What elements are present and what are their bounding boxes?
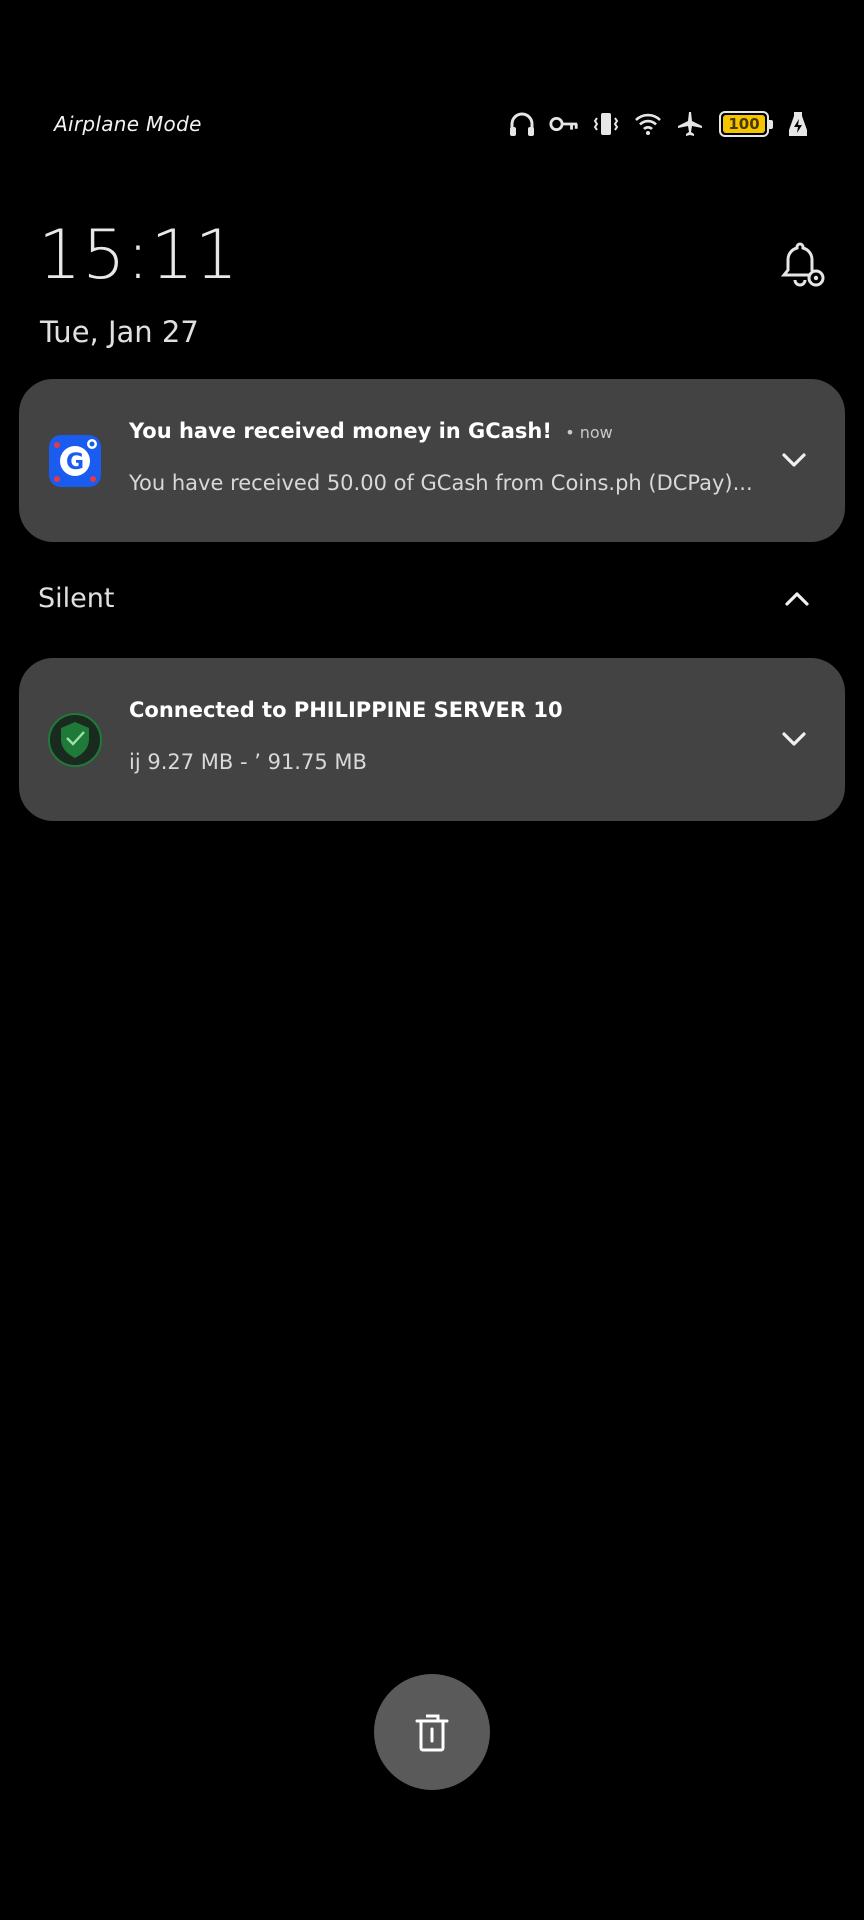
notification-title: You have received money in GCash! • now	[129, 419, 613, 443]
clear-all-notifications-button[interactable]	[374, 1674, 490, 1790]
trash-icon	[415, 1714, 449, 1752]
status-bar: Airplane Mode 100	[0, 100, 864, 150]
carrier-text: Airplane Mode	[54, 112, 202, 136]
collapse-chevron-up-icon[interactable]	[776, 578, 818, 620]
notification-settings-icon[interactable]	[776, 238, 828, 290]
notification-time: • now	[565, 423, 613, 442]
clock-time: 15:11	[38, 216, 239, 295]
expand-chevron-down-icon[interactable]	[773, 718, 815, 760]
charging-icon	[782, 108, 814, 140]
expand-chevron-down-icon[interactable]	[773, 439, 815, 481]
notification-text: ij 9.27 MB - ’ 91.75 MB	[129, 750, 367, 774]
vpn-shield-icon	[47, 712, 103, 768]
vpn-key-icon	[548, 108, 580, 140]
notification-card-gcash[interactable]: G You have received money in GCash! • no…	[19, 379, 845, 542]
headphones-icon	[506, 108, 538, 140]
airplane-icon	[674, 108, 706, 140]
battery-indicator: 100	[719, 111, 773, 137]
notification-title: Connected to PHILIPPINE SERVER 10	[129, 698, 563, 722]
notification-card-vpn[interactable]: Connected to PHILIPPINE SERVER 10 ij 9.2…	[19, 658, 845, 821]
battery-cap	[769, 120, 773, 129]
gcash-icon: G	[47, 433, 103, 489]
notification-text: You have received 50.00 of GCash from Co…	[129, 471, 753, 495]
battery-icon: 100	[716, 108, 773, 140]
notification-title-text: You have received money in GCash!	[129, 419, 552, 443]
silent-section-label: Silent	[38, 583, 115, 614]
clock-date: Tue, Jan 27	[40, 315, 199, 349]
status-icons: 100	[506, 106, 814, 142]
battery-level: 100	[728, 115, 760, 133]
lockscreen-notification-shade: Airplane Mode 100 15:11 Tue, Jan 27 G Yo…	[0, 0, 864, 1920]
svg-text:G: G	[66, 450, 84, 475]
vibrate-icon	[590, 108, 622, 140]
wifi-icon	[632, 108, 664, 140]
